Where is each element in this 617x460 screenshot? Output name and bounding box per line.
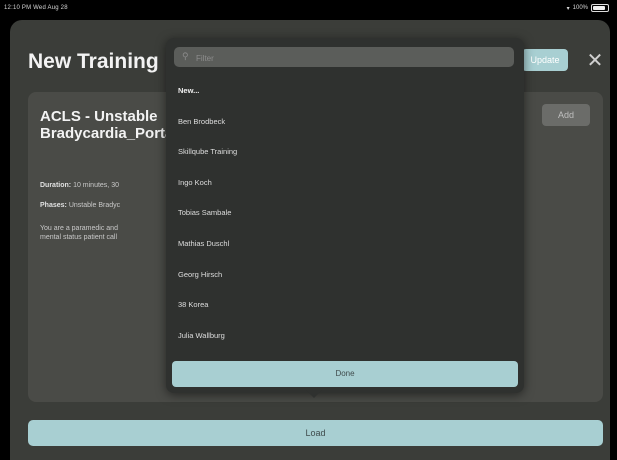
duration-value: 10 minutes, 30: [73, 182, 119, 189]
filter-field[interactable]: ⚲: [174, 47, 514, 67]
phases-row: Phases: Unstable Bradyc: [40, 202, 120, 209]
list-item[interactable]: Ben Brodbeck: [166, 107, 524, 138]
status-time-date: 12:10 PM Wed Aug 28: [4, 5, 68, 11]
load-button[interactable]: Load: [28, 420, 603, 446]
phases-label: Phases:: [40, 202, 67, 209]
trainer-list: New... Ben Brodbeck Skillqube Training I…: [166, 76, 524, 351]
done-button[interactable]: Done: [172, 361, 518, 387]
trainer-picker-popover: ⚲ New... Ben Brodbeck Skillqube Training…: [166, 38, 524, 393]
duration-row: Duration: 10 minutes, 30: [40, 182, 119, 189]
close-icon[interactable]: ✕: [584, 50, 606, 72]
description-line-1: You are a paramedic and: [40, 225, 118, 232]
wifi-icon: ▾: [566, 5, 570, 12]
list-item[interactable]: 38 Korea: [166, 290, 524, 321]
add-button[interactable]: Add: [542, 104, 590, 126]
status-bar: 12:10 PM Wed Aug 28 ▾ 100%: [0, 0, 617, 18]
description-line-2: mental status patient call: [40, 234, 118, 241]
popover-pointer: [306, 390, 322, 398]
list-item-new[interactable]: New...: [166, 76, 524, 107]
list-item[interactable]: Julia Wallburg: [166, 321, 524, 352]
duration-label: Duration:: [40, 182, 72, 189]
battery-fill: [593, 6, 605, 10]
filter-input[interactable]: [194, 50, 498, 66]
update-button[interactable]: Update: [522, 49, 568, 71]
modal-title: New Training: [28, 50, 159, 73]
list-item[interactable]: Skillqube Training: [166, 137, 524, 168]
list-item[interactable]: Tobias Sambale: [166, 198, 524, 229]
battery-percent: 100%: [572, 5, 588, 11]
list-item[interactable]: Ingo Koch: [166, 168, 524, 199]
list-item[interactable]: Georg Hirsch: [166, 260, 524, 291]
search-icon: ⚲: [182, 51, 189, 61]
phases-value: Unstable Bradyc: [68, 202, 121, 209]
list-item[interactable]: Mathias Duschl: [166, 229, 524, 260]
battery-icon: [591, 4, 609, 12]
status-right: ▾ 100%: [567, 4, 609, 12]
